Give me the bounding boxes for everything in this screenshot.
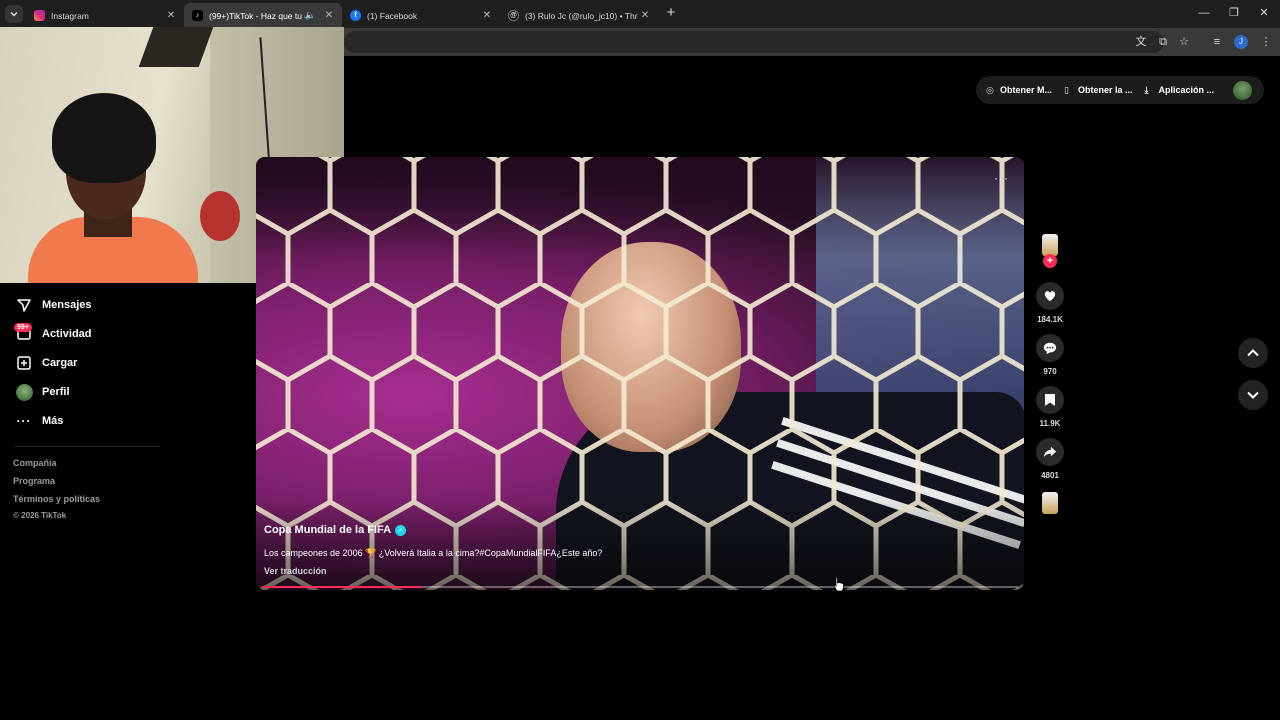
get-app-button[interactable]: ▯ Obtener la ...	[1064, 85, 1133, 96]
speaker-icon[interactable]: 🔈	[305, 10, 316, 21]
sidebar-item-label: Perfil	[42, 386, 70, 398]
window-close-button[interactable]: ✕	[1256, 5, 1272, 21]
follow-button[interactable]: +	[1043, 254, 1057, 268]
browser-tab-strip: Instagram ✕ ♪ (99+)TikTok - Haz que tu d…	[0, 0, 1280, 28]
activity-badge: 99+	[14, 323, 32, 332]
author-name: Copa Mundial de la FIFA	[264, 524, 392, 536]
tab-title: Instagram	[51, 10, 89, 21]
like-button[interactable]: 184.1K	[1036, 282, 1064, 324]
hand-cursor-icon	[833, 576, 844, 592]
media-controls-icon[interactable]: ≡	[1209, 34, 1225, 50]
tab-facebook[interactable]: f (1) Facebook ✕	[342, 3, 500, 28]
chevron-down-icon	[10, 12, 18, 17]
see-translation-link[interactable]: Ver traducción	[264, 566, 327, 576]
next-video-button[interactable]	[1238, 380, 1268, 410]
like-count: 184.1K	[1037, 315, 1063, 324]
tab-title: (3) Rulo Jc (@rulo_jc10) • Threa	[525, 10, 638, 21]
pill-label: Obtener la ...	[1078, 85, 1133, 95]
share-count: 4801	[1041, 471, 1059, 480]
save-count: 11.9K	[1039, 419, 1061, 428]
sidebar-item-messages[interactable]: Mensajes	[14, 294, 92, 316]
save-button[interactable]: 11.9K	[1036, 386, 1064, 428]
video-progress-bar[interactable]	[262, 586, 1018, 588]
tab-title: (99+)TikTok - Haz que tu dí	[209, 10, 305, 21]
install-app-icon[interactable]: ⧉	[1155, 34, 1171, 50]
browser-menu-icon[interactable]: ⋮	[1258, 34, 1274, 50]
comment-button[interactable]: 970	[1036, 334, 1064, 376]
download-icon: ⤓	[1144, 84, 1149, 95]
video-author[interactable]: Copa Mundial de la FIFA ✓	[264, 524, 407, 536]
send-icon	[14, 295, 34, 315]
chevron-up-icon	[1247, 349, 1259, 357]
tab-threads[interactable]: @ (3) Rulo Jc (@rulo_jc10) • Threa ✕	[500, 3, 658, 28]
more-options-icon[interactable]: ···	[994, 171, 1009, 185]
tab-tiktok[interactable]: ♪ (99+)TikTok - Haz que tu dí 🔈 ✕	[184, 3, 342, 28]
chevron-down-icon	[1247, 391, 1259, 399]
sidebar-item-upload[interactable]: Cargar	[14, 352, 77, 374]
browser-profile-avatar[interactable]: J	[1234, 35, 1248, 49]
user-avatar[interactable]	[1233, 81, 1252, 100]
footer-link-company[interactable]: Compañía	[13, 458, 57, 468]
translate-icon[interactable]: 文	[1133, 34, 1149, 50]
footer-link-terms[interactable]: Términos y políticas	[13, 494, 100, 504]
creator-avatar[interactable]	[1042, 234, 1058, 256]
video-progress-fill	[262, 586, 421, 588]
maximize-button[interactable]: ❐	[1226, 5, 1242, 21]
get-coins-button[interactable]: ◎ Obtener M...	[986, 85, 1052, 96]
coin-icon: ◎	[986, 84, 994, 95]
bookmark-icon	[1045, 394, 1055, 406]
close-icon[interactable]: ✕	[322, 10, 336, 21]
footer-link-program[interactable]: Programa	[13, 476, 55, 486]
desktop-app-button[interactable]: ⤓ Aplicación ...	[1145, 85, 1215, 96]
pill-label: Obtener M...	[1000, 85, 1053, 95]
share-button[interactable]: 4801	[1036, 438, 1064, 480]
instagram-icon	[34, 10, 45, 21]
upload-icon	[14, 353, 34, 373]
sidebar-item-label: Actividad	[42, 328, 92, 340]
threads-icon: @	[508, 10, 519, 21]
pill-label: Aplicación ...	[1158, 85, 1215, 95]
header-actions: ◎ Obtener M... ▯ Obtener la ... ⤓ Aplicació…	[976, 76, 1264, 104]
close-icon[interactable]: ✕	[164, 10, 178, 21]
sidebar-item-label: Mensajes	[42, 299, 92, 311]
comment-icon	[1043, 342, 1057, 355]
minimize-button[interactable]: —	[1196, 5, 1212, 21]
address-bar[interactable]	[344, 31, 1164, 53]
heart-icon	[1044, 291, 1056, 302]
sidebar-item-more[interactable]: ··· Más	[14, 410, 64, 432]
facebook-icon: f	[350, 10, 361, 21]
close-icon[interactable]: ✕	[480, 10, 494, 21]
previous-video-button[interactable]	[1238, 338, 1268, 368]
new-tab-button[interactable]: +	[664, 5, 678, 21]
tab-instagram[interactable]: Instagram ✕	[26, 3, 184, 28]
avatar-icon	[14, 382, 34, 402]
more-icon: ···	[16, 414, 32, 428]
video-caption: Los campeones de 2006 🏆 ¿Volverá Italia …	[264, 548, 603, 558]
sidebar-item-label: Cargar	[42, 357, 78, 369]
tiktok-icon: ♪	[192, 10, 203, 21]
share-icon	[1043, 446, 1057, 458]
music-disc-icon[interactable]	[1042, 492, 1058, 514]
close-icon[interactable]: ✕	[638, 10, 652, 21]
comment-count: 970	[1043, 367, 1057, 376]
verified-badge-icon: ✓	[395, 524, 407, 536]
sidebar-item-label: Más	[42, 415, 64, 427]
tab-search-button[interactable]	[5, 5, 23, 23]
sidebar-item-profile[interactable]: Perfil	[14, 381, 70, 403]
tab-title: (1) Facebook	[367, 10, 418, 21]
bookmark-star-icon[interactable]: ☆	[1176, 34, 1192, 50]
phone-icon: ▯	[1064, 84, 1069, 95]
video-player[interactable]: ··· Copa Mundial de la FIFA ✓ Los campeo…	[256, 157, 1024, 590]
copyright: © 2026 TikTok	[13, 511, 67, 520]
sidebar-divider	[14, 446, 160, 447]
